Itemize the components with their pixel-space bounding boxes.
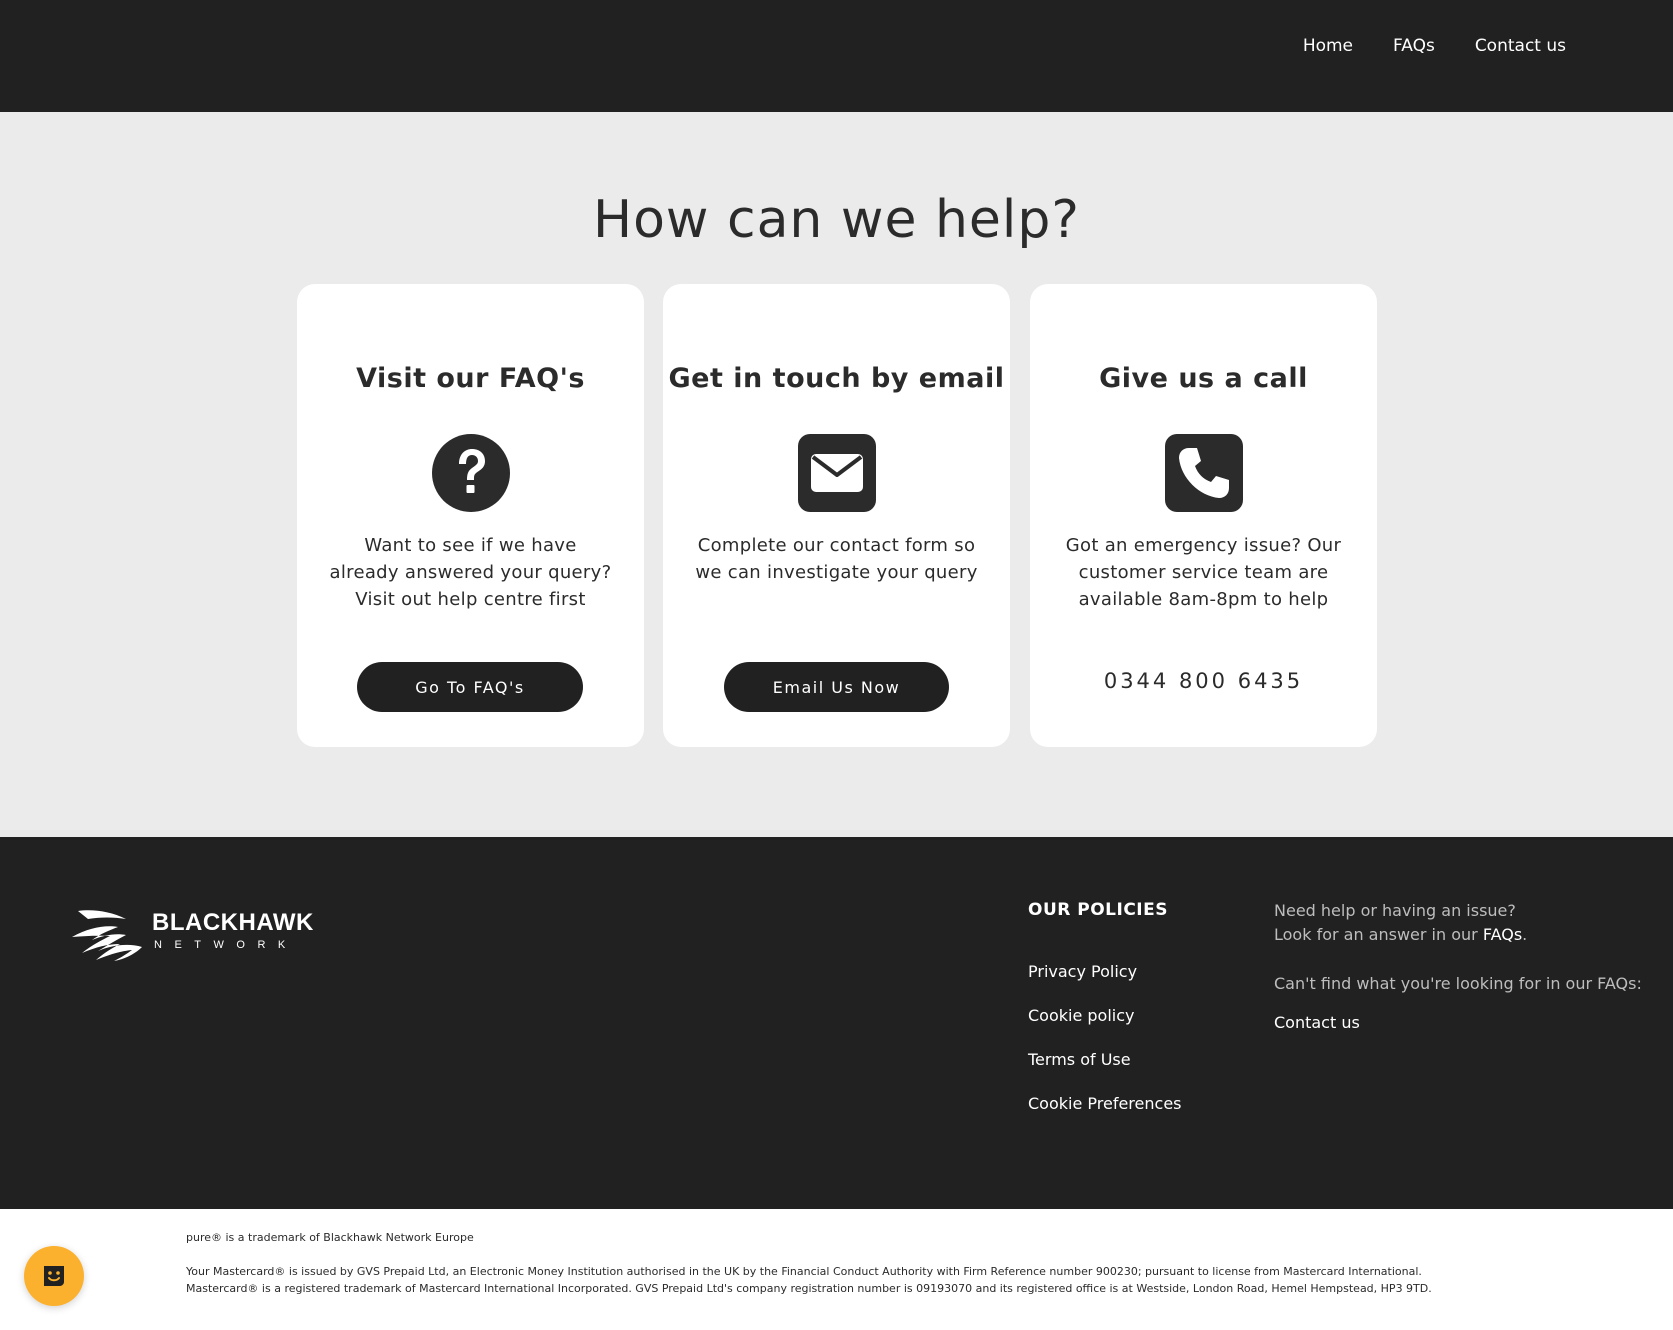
nav-contact-link[interactable]: Contact us	[1475, 36, 1566, 56]
email-card-title: Get in touch by email	[668, 363, 1005, 394]
privacy-policy-link[interactable]: Privacy Policy	[1028, 962, 1182, 1006]
envelope-icon	[798, 434, 876, 512]
cookie-preferences-link[interactable]: Cookie Preferences	[1028, 1094, 1182, 1138]
main-nav: Home FAQs Contact us	[1303, 36, 1566, 56]
faq-card-text: Want to see if we have already answered …	[329, 535, 612, 610]
email-card-text: Complete our contact form so we can inve…	[695, 535, 978, 583]
chat-smiley-icon	[44, 1266, 64, 1286]
legal-section: pure® is a trademark of Blackhawk Networ…	[0, 1209, 1673, 1330]
phone-number[interactable]: 0344 800 6435	[1030, 669, 1377, 693]
help-line-2-suffix: .	[1522, 925, 1528, 944]
cookie-policy-link[interactable]: Cookie policy	[1028, 1006, 1182, 1050]
policies-heading: OUR POLICIES	[1028, 900, 1168, 920]
terms-of-use-link[interactable]: Terms of Use	[1028, 1050, 1182, 1094]
help-line-2: Look for an answer in our FAQs.	[1274, 923, 1642, 947]
nav-faqs-link[interactable]: FAQs	[1393, 36, 1435, 56]
call-card-title: Give us a call	[1099, 363, 1308, 394]
nav-home-link[interactable]: Home	[1303, 36, 1353, 56]
page-title: How can we help?	[593, 190, 1080, 250]
help-section: How can we help? Visit our FAQ's Want to…	[0, 112, 1673, 837]
help-line-2-prefix: Look for an answer in our	[1274, 925, 1483, 944]
call-card-text: Got an emergency issue? Our customer ser…	[1065, 535, 1342, 610]
email-us-now-button[interactable]: Email Us Now	[724, 662, 949, 712]
logo-wordmark: BLACKHAWK	[152, 909, 314, 936]
help-line-1: Need help or having an issue?	[1274, 901, 1516, 920]
faq-card: Visit our FAQ's Want to see if we have a…	[297, 284, 644, 747]
footer-faqs-link[interactable]: FAQs	[1483, 925, 1522, 944]
help-section-footer: Need help or having an issue? Look for a…	[1274, 899, 1642, 1035]
help-cant-find: Can't find what you're looking for in ou…	[1274, 974, 1642, 993]
chat-widget-button[interactable]	[24, 1246, 84, 1306]
footer-contact-link[interactable]: Contact us	[1274, 1011, 1642, 1035]
logo-subtext: NETWORK	[154, 939, 298, 951]
phone-icon	[1165, 434, 1243, 512]
question-circle-icon	[432, 434, 510, 512]
blackhawk-wing-icon	[72, 910, 142, 961]
faq-card-title: Visit our FAQ's	[356, 363, 585, 394]
site-header: Home FAQs Contact us	[0, 0, 1673, 112]
policies-section: OUR POLICIES Privacy Policy Cookie polic…	[1028, 900, 1182, 1138]
site-footer: BLACKHAWK NETWORK OUR POLICIES Privacy P…	[0, 837, 1673, 1209]
call-card: Give us a call Got an emergency issue? O…	[1030, 284, 1377, 747]
go-to-faqs-button[interactable]: Go To FAQ's	[357, 662, 583, 712]
email-card: Get in touch by email Complete our conta…	[663, 284, 1010, 747]
blackhawk-logo[interactable]: BLACKHAWK NETWORK	[70, 903, 320, 963]
mastercard-notice: Your Mastercard® is issued by GVS Prepai…	[186, 1265, 1432, 1295]
trademark-notice: pure® is a trademark of Blackhawk Networ…	[186, 1231, 474, 1244]
